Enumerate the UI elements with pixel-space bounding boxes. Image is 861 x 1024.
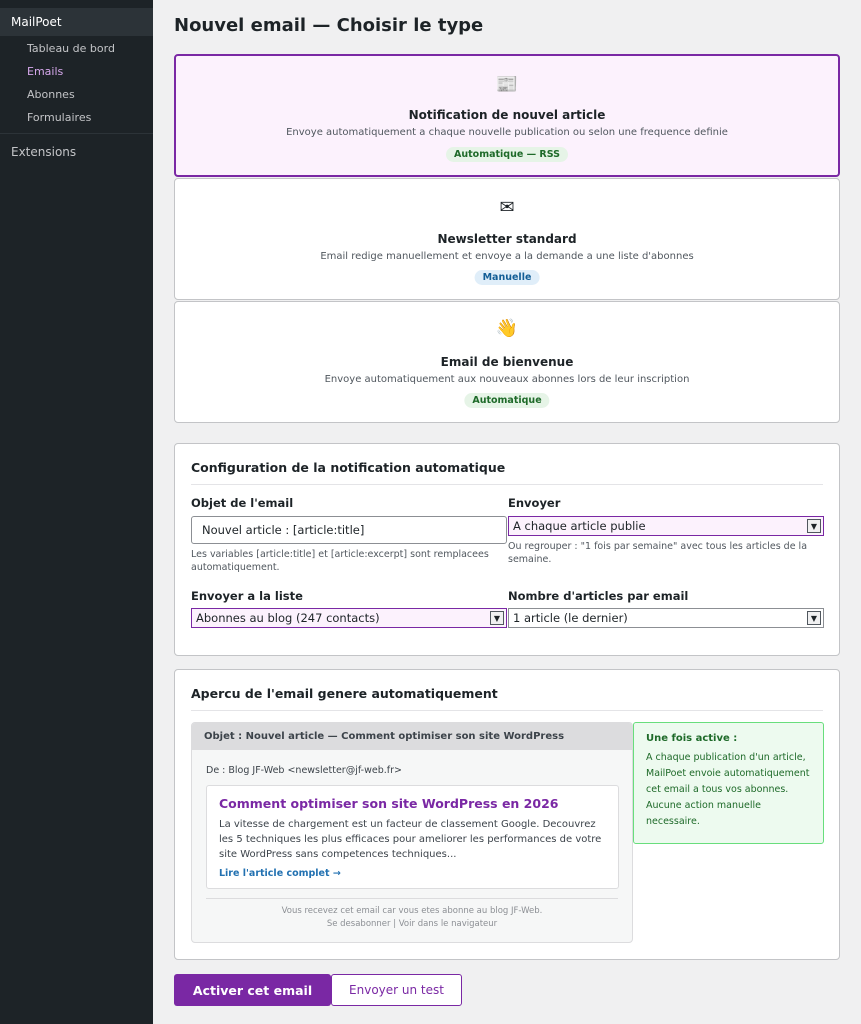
send-frequency-value: A chaque article publie xyxy=(513,519,646,533)
page-title: Nouvel email — Choisir le type xyxy=(174,15,484,36)
type-description: Envoye automatiquement aux nouveaux abon… xyxy=(324,374,690,385)
type-badge: Automatique — RSS xyxy=(446,147,568,162)
type-title: Newsletter standard xyxy=(437,232,577,246)
preview-footer-links[interactable]: Se desabonner | Voir dans le navigateur xyxy=(192,919,632,929)
type-card-rss[interactable]: 📰 Notification de nouvel article Envoye … xyxy=(174,54,840,177)
article-card: Comment optimiser son site WordPress en … xyxy=(206,785,619,889)
sidebar-item-subscribers[interactable]: Abonnes xyxy=(27,88,75,101)
subject-input[interactable]: Nouvel article : [article:title] xyxy=(191,516,507,544)
divider xyxy=(191,484,823,485)
preview-from: De : Blog JF-Web <newsletter@jf-web.fr> xyxy=(206,765,402,776)
type-badge: Manuelle xyxy=(474,270,540,285)
activate-email-button[interactable]: Activer cet email xyxy=(174,974,331,1006)
preview-subject: Objet : Nouvel article — Comment optimis… xyxy=(192,723,632,750)
admin-sidebar: MailPoet Tableau de bord Emails Abonnes … xyxy=(0,0,153,1024)
config-title: Configuration de la notification automat… xyxy=(191,460,506,475)
type-badge: Automatique xyxy=(464,393,550,408)
preview-title: Apercu de l'email genere automatiquement xyxy=(191,686,498,701)
article-count-select[interactable]: 1 article (le dernier) ▼ xyxy=(508,608,824,628)
list-value: Abonnes au blog (247 contacts) xyxy=(196,611,380,625)
read-more-link[interactable]: Lire l'article complet → xyxy=(219,868,341,879)
newspaper-icon: 📰 xyxy=(495,74,519,95)
type-description: Envoye automatiquement a chaque nouvelle… xyxy=(286,127,728,138)
type-title: Notification de nouvel article xyxy=(408,108,606,122)
config-panel: Configuration de la notification automat… xyxy=(174,443,840,656)
subject-help: Les variables [article:title] et [articl… xyxy=(191,549,489,573)
type-description: Email redige manuellement et envoye a la… xyxy=(320,251,694,262)
type-title: Email de bienvenue xyxy=(440,355,574,369)
type-card-newsletter[interactable]: ✉ Newsletter standard Email redige manue… xyxy=(174,178,840,300)
article-count-value: 1 article (le dernier) xyxy=(513,611,628,625)
article-excerpt: La vitesse de chargement est un facteur … xyxy=(219,819,602,860)
list-select[interactable]: Abonnes au blog (247 contacts) ▼ xyxy=(191,608,507,628)
preview-footer-notice: Vous recevez cet email car vous etes abo… xyxy=(281,906,543,916)
send-help: Ou regrouper : "1 fois par semaine" avec… xyxy=(508,541,808,565)
sidebar-item-dashboard[interactable]: Tableau de bord xyxy=(27,42,115,55)
chevron-down-icon: ▼ xyxy=(490,611,504,625)
divider xyxy=(206,898,618,899)
waving-hand-icon: 👋 xyxy=(495,318,519,339)
sidebar-app-mailpoet[interactable]: MailPoet xyxy=(0,8,153,36)
send-frequency-select[interactable]: A chaque article publie ▼ xyxy=(508,516,824,536)
sidebar-item-extensions[interactable]: Extensions xyxy=(11,145,76,159)
chevron-down-icon: ▼ xyxy=(807,611,821,625)
info-title: Une fois active : xyxy=(646,733,738,744)
article-title[interactable]: Comment optimiser son site WordPress en … xyxy=(219,796,558,811)
sidebar-divider xyxy=(0,133,153,134)
sidebar-item-emails[interactable]: Emails xyxy=(27,65,63,78)
list-label: Envoyer a la liste xyxy=(191,589,303,603)
chevron-down-icon: ▼ xyxy=(807,519,821,533)
divider xyxy=(191,710,823,711)
sidebar-item-forms[interactable]: Formulaires xyxy=(27,111,91,124)
send-test-button[interactable]: Envoyer un test xyxy=(331,974,462,1006)
preview-panel: Apercu de l'email genere automatiquement… xyxy=(174,669,840,960)
activation-info-box: Une fois active : A chaque publication d… xyxy=(633,722,824,844)
subject-label: Objet de l'email xyxy=(191,496,294,510)
count-label: Nombre d'articles par email xyxy=(508,589,689,603)
envelope-icon: ✉ xyxy=(499,197,515,218)
email-preview: Objet : Nouvel article — Comment optimis… xyxy=(191,722,633,943)
send-label: Envoyer xyxy=(508,496,561,510)
type-card-welcome[interactable]: 👋 Email de bienvenue Envoye automatiquem… xyxy=(174,301,840,423)
info-text: A chaque publication d'un article, MailP… xyxy=(646,752,810,827)
